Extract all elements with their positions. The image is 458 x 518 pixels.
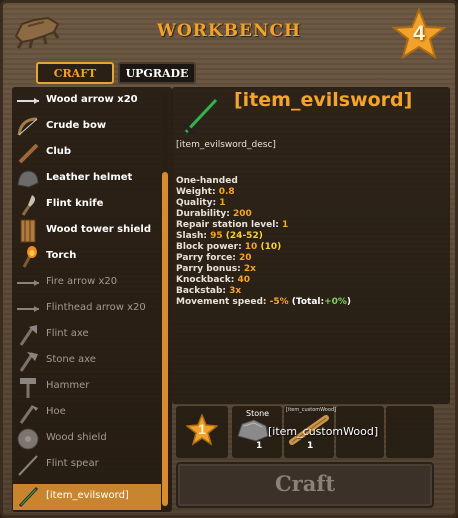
flint-axe-icon [19,325,37,346]
window-title: WORKBENCH [156,21,302,41]
leather-helmet-icon [17,170,39,188]
flint-knife-icon [21,195,36,216]
stat-movement-speed: Movement speed: -5% (Total:+0%) [176,297,352,307]
recipe-item-evilsword[interactable]: [item_evilsword] [13,484,161,510]
evil-sword-icon [181,95,221,137]
recipe-label: Club [46,146,72,157]
stat-handedness: One-handed [176,176,238,186]
recipe-label: Wood tower shield [46,224,152,235]
resource-tooltip: [item_customWood] [268,425,379,438]
recipe-item-crude-bow[interactable]: Crude bow [13,114,161,140]
evil-sword-icon [18,486,39,508]
recipe-label: Flint axe [46,328,89,339]
item-description: [item_evilsword_desc] [176,140,276,150]
recipe-label: Fire arrow x20 [46,276,118,287]
recipe-list: Wood arrow x20 Crude bow Club Leather he… [12,87,172,512]
hoe-icon [19,405,38,424]
stat-quality: Quality: 1 [176,198,226,208]
recipe-item-fire-arrow[interactable]: Fire arrow x20 [13,270,161,296]
recipe-item-torch[interactable]: Torch [13,244,161,270]
craft-button-label: Craft [274,471,336,496]
resource-count: 1 [256,441,263,451]
flinthead-arrow-icon [17,306,39,312]
stat-knockback: Knockback: 40 [176,275,250,285]
hammer-icon [20,378,36,398]
stat-block-power: Block power: 10 (10) [176,242,282,252]
recipe-label: Stone axe [46,354,96,365]
club-icon [18,143,39,164]
recipe-item-wood-shield[interactable]: Wood shield [13,426,161,452]
recipe-item-hoe[interactable]: Hoe [13,400,161,426]
stone-axe-icon [19,352,38,372]
recipe-item-club[interactable]: Club [13,140,161,166]
recipe-item-wood-arrow[interactable]: Wood arrow x20 [13,88,161,114]
wood-tower-shield-icon [20,219,36,243]
recipe-item-flinthead-arrow[interactable]: Flinthead arrow x20 [13,296,161,322]
stat-durability: Durability: 200 [176,209,252,219]
recipe-label: Crude bow [46,120,107,131]
item-stats: One-handed Weight: 0.8 Quality: 1 Durabi… [176,176,351,308]
stat-weight: Weight: 0.8 [176,187,235,197]
torch-icon [22,246,37,268]
stat-parry-bonus: Parry bonus: 2x [176,264,256,274]
required-station-level: 1 [198,421,206,437]
recipe-label: Flint spear [46,458,99,469]
recipe-label: Hoe [46,406,66,417]
stat-backstab: Backstab: 3x [176,286,242,296]
flint-spear-icon [18,455,38,476]
recipe-item-flint-knife[interactable]: Flint knife [13,192,161,218]
recipe-list-scroll-thumb[interactable] [162,172,168,506]
recipe-label: Torch [46,250,77,261]
stat-slash: Slash: 95 (24-52) [176,231,263,241]
recipe-item-flint-spear[interactable]: Flint spear [13,452,161,478]
resource-slot-empty [386,406,434,458]
crude-bow-icon [17,117,38,136]
stat-parry-force: Parry force: 20 [176,253,252,263]
recipe-label: Wood shield [46,432,107,443]
recipe-label: Flinthead arrow x20 [46,302,146,313]
stat-repair-level: Repair station level: 1 [176,220,289,230]
recipe-item-hammer[interactable]: Hammer [13,374,161,400]
wood-shield-icon [17,428,39,450]
resource-label: Stone [246,409,270,418]
station-level-number: 4 [413,22,425,45]
resource-count: 1 [307,441,314,451]
recipe-item-flint-axe[interactable]: Flint axe [13,322,161,348]
fire-arrow-icon [17,280,39,286]
stone-icon [237,419,269,442]
recipe-label: Hammer [46,380,90,391]
recipe-item-leather-helmet[interactable]: Leather helmet [13,166,161,192]
wood-arrow-icon [17,98,39,104]
recipe-label: Leather helmet [46,172,133,183]
recipe-label: Wood arrow x20 [46,94,138,105]
recipe-item-stone-axe[interactable]: Stone axe [13,348,161,374]
recipe-label: Flint knife [46,198,104,209]
recipe-label: [item_evilsword] [46,490,129,501]
resource-label: [item_customWood] [286,407,337,413]
tab-upgrade[interactable]: UPGRADE [118,62,196,84]
recipe-item-wood-tower-shield[interactable]: Wood tower shield [13,218,161,244]
item-name: [item_evilsword] [234,89,413,111]
tab-craft[interactable]: CRAFT [36,62,114,84]
